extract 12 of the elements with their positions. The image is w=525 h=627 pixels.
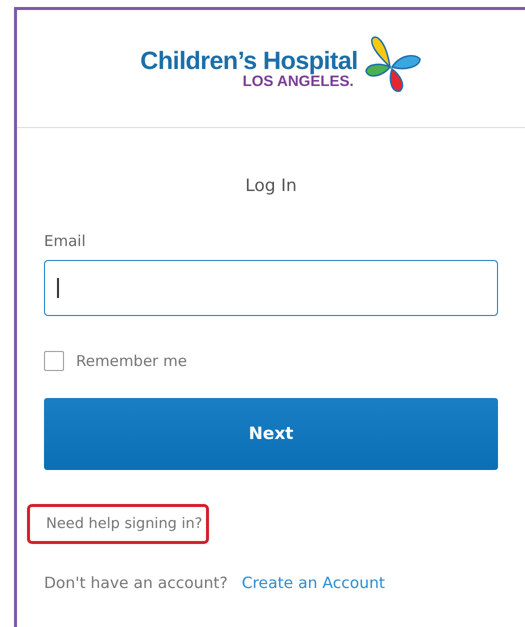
next-button[interactable]: Next xyxy=(44,398,498,470)
help-link[interactable]: Need help signing in? xyxy=(27,504,210,544)
logo-name: Children’s Hospital xyxy=(140,48,358,74)
create-account-link[interactable]: Create an Account xyxy=(242,574,385,592)
logo-subtitle: LOS ANGELES. xyxy=(242,74,354,90)
text-cursor xyxy=(57,278,58,298)
signup-prompt: Don't have an account? xyxy=(44,574,228,592)
remember-label: Remember me xyxy=(76,352,187,370)
form-title: Log In xyxy=(244,176,298,196)
email-label: Email xyxy=(44,232,87,250)
email-field[interactable] xyxy=(44,260,498,316)
remember-checkbox[interactable] xyxy=(44,351,64,371)
